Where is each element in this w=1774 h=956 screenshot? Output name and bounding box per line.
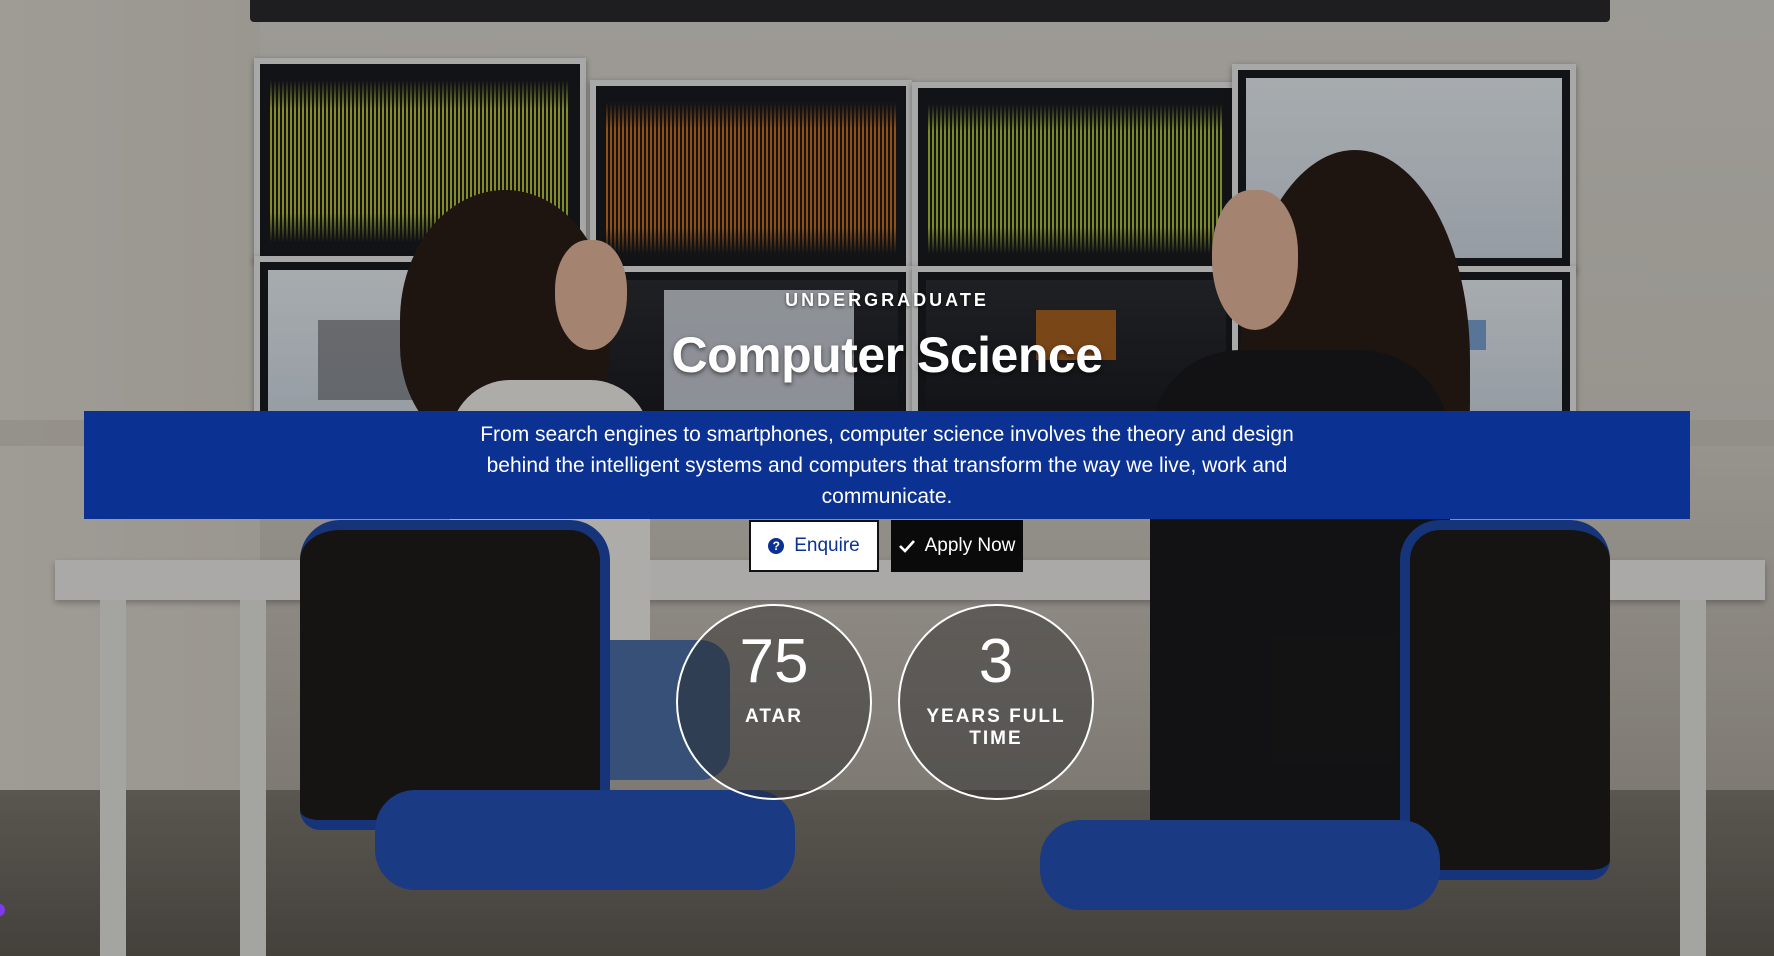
apply-now-button-label: Apply Now — [924, 535, 1016, 556]
stat-atar-label: ATAR — [745, 706, 803, 727]
question-circle-icon: ? — [768, 538, 785, 554]
stat-atar-value: 75 — [739, 627, 809, 696]
apply-now-button[interactable]: Apply Now — [891, 520, 1023, 572]
enquire-button[interactable]: ? Enquire — [749, 520, 879, 572]
program-description: From search engines to smartphones, comp… — [480, 422, 1294, 508]
page-title: Computer Science — [671, 327, 1103, 383]
stat-duration-value: 3 — [978, 627, 1014, 696]
description-band: From search engines to smartphones, comp… — [84, 411, 1690, 519]
stat-duration-label: YEARS FULL TIME — [926, 706, 1066, 749]
stat-atar: 75 ATAR — [676, 604, 872, 800]
stat-duration: 3 YEARS FULL TIME — [898, 604, 1094, 800]
cta-row: ? Enquire Apply Now — [749, 520, 1023, 572]
check-icon — [898, 540, 915, 553]
enquire-button-label: Enquire — [794, 535, 860, 556]
program-level-label: UNDERGRADUATE — [785, 290, 989, 310]
